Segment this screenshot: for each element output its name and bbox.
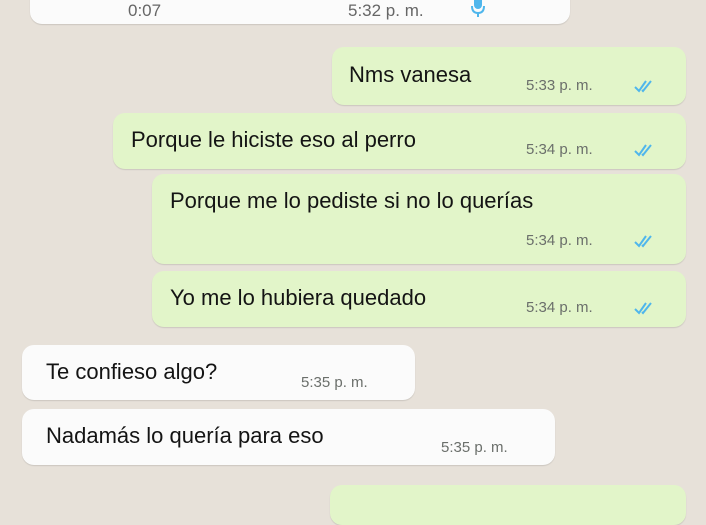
message-bubble-received[interactable]: Nadamás lo quería para eso 5:35 p. m. bbox=[22, 409, 555, 465]
message-text: Porque me lo pediste si no lo querías bbox=[170, 188, 534, 213]
message-text: Te confieso algo? bbox=[46, 359, 218, 384]
message-text: Porque le hiciste eso al perro bbox=[131, 127, 416, 152]
microphone-icon bbox=[471, 0, 485, 17]
message-time: 5:34 p. m. bbox=[526, 141, 593, 158]
message-time: 5:35 p. m. bbox=[441, 439, 508, 456]
voice-duration: 0:07 bbox=[128, 1, 162, 20]
message-time: 5:34 p. m. bbox=[526, 232, 593, 249]
message-text: Nms vanesa bbox=[349, 62, 472, 87]
message-bubble-sent[interactable]: Yo me lo hubiera quedado 5:34 p. m. bbox=[152, 271, 686, 327]
voice-message-bubble[interactable]: 0:07 5:32 p. m. bbox=[30, 0, 570, 24]
read-ticks-icon bbox=[634, 235, 652, 248]
message-bubble-sent-partial[interactable] bbox=[330, 485, 686, 525]
message-text: Nadamás lo quería para eso bbox=[46, 423, 324, 448]
message-text: Yo me lo hubiera quedado bbox=[170, 285, 427, 310]
message-bubble-sent[interactable]: Porque le hiciste eso al perro 5:34 p. m… bbox=[113, 113, 686, 169]
message-time: 5:33 p. m. bbox=[526, 77, 593, 94]
message-time: 5:34 p. m. bbox=[526, 299, 593, 316]
read-ticks-icon bbox=[634, 144, 652, 157]
message-time: 5:35 p. m. bbox=[301, 374, 368, 391]
message-bubble-sent[interactable]: Porque me lo pediste si no lo querías 5:… bbox=[152, 174, 686, 264]
read-ticks-icon bbox=[634, 302, 652, 315]
read-ticks-icon bbox=[634, 80, 652, 93]
message-bubble-received[interactable]: Te confieso algo? 5:35 p. m. bbox=[22, 345, 415, 400]
voice-time: 5:32 p. m. bbox=[348, 1, 424, 20]
message-bubble-sent[interactable]: Nms vanesa 5:33 p. m. bbox=[332, 47, 686, 105]
